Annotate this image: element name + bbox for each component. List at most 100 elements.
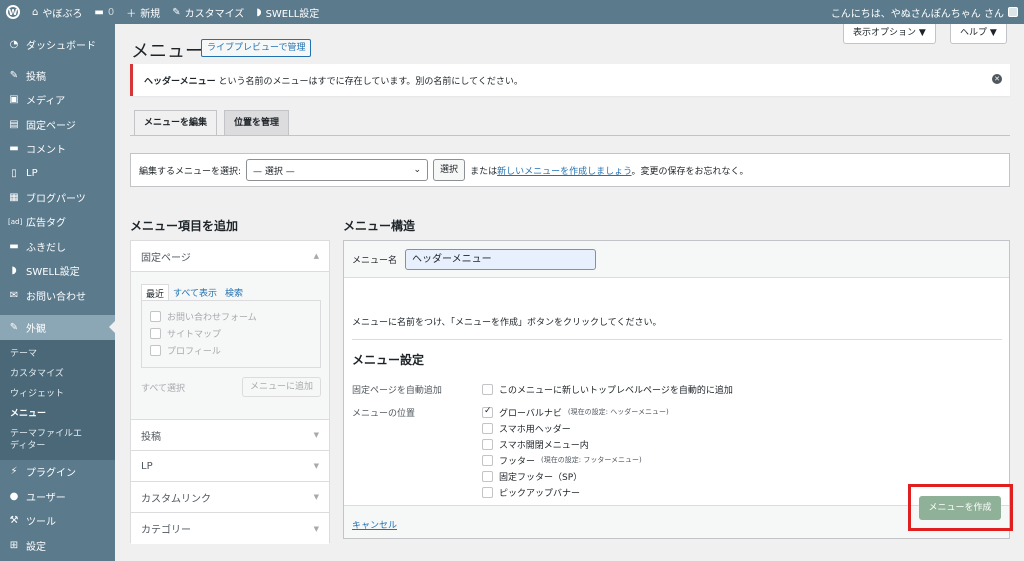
create-new-menu-link[interactable]: 新しいメニューを作成しましょう <box>497 167 631 177</box>
checkbox[interactable] <box>482 383 493 395</box>
select-all-link[interactable]: すべて選択 <box>141 381 185 394</box>
checkbox[interactable] <box>482 470 493 482</box>
location-label: 固定フッター（SP） <box>499 472 583 483</box>
customize-link[interactable]: ✎ カスタマイズ <box>166 0 250 24</box>
menu-location-label: メニューの位置 <box>352 409 416 419</box>
checkbox[interactable] <box>482 438 493 450</box>
document-icon: ▯ <box>11 167 17 179</box>
accordion-posts-header[interactable]: 投稿 ▼ <box>131 420 329 451</box>
sidebar-item-label: SWELL設定 <box>26 267 80 279</box>
sidebar-item-contact[interactable]: ✉ お問い合わせ <box>0 283 115 307</box>
checkbox[interactable] <box>150 345 161 356</box>
checkbox[interactable] <box>482 422 493 434</box>
auto-add-option[interactable]: このメニューに新しいトップレベルページを自動的に追加 <box>482 382 733 396</box>
sidebar-item-label: ブログパーツ <box>26 194 86 206</box>
sidebar-item-media[interactable]: ▣ メディア <box>0 88 115 112</box>
mail-icon: ✉ <box>9 289 19 301</box>
account-menu[interactable]: こんにちは、やぬさんぽんちゃん さん <box>831 5 1024 20</box>
sidebar-item-appearance[interactable]: ✎ 外観 <box>0 315 115 340</box>
accordion-title: カスタムリンク <box>141 493 211 505</box>
swell-settings-link[interactable]: ◗ SWELL設定 <box>250 0 325 24</box>
notice-menu-name: ヘッダーメニュー <box>144 76 216 87</box>
checkbox[interactable] <box>150 311 161 322</box>
location-fixed-footer-sp[interactable]: 固定フッター（SP） <box>482 469 582 483</box>
sidebar-item-ad-tags[interactable]: [ad] 広告タグ <box>0 210 115 234</box>
submenu-theme-file-editor[interactable]: テーマファイルエディター <box>0 424 100 456</box>
tab-divider <box>130 135 1010 136</box>
error-notice: ヘッダーメニュー という名前のメニューはすでに存在しています。別の名前にしてくだ… <box>130 64 1010 96</box>
checkbox[interactable] <box>482 486 493 498</box>
sidebar-item-users[interactable]: ● ユーザー <box>0 484 115 508</box>
sidebar-item-pages[interactable]: ▤ 固定ページ <box>0 112 115 136</box>
checkbox[interactable] <box>482 454 493 466</box>
sidebar-item-balloon[interactable]: ▬ ふきだし <box>0 234 115 258</box>
chevron-down-icon: ▼ <box>313 493 319 501</box>
location-pickup-banner[interactable]: ピックアップバナー <box>482 485 580 499</box>
menu-name-label: メニュー名 <box>352 255 398 266</box>
create-button-highlight: メニューを作成 <box>908 484 1013 531</box>
avatar <box>1008 7 1018 17</box>
dismiss-icon[interactable]: ✕ <box>992 74 1002 84</box>
sidebar-item-tools[interactable]: ⚒ ツール <box>0 508 115 532</box>
accordion-categories-header[interactable]: カテゴリー ▼ <box>131 513 329 544</box>
sidebar-item-label: ユーザー <box>26 492 66 504</box>
sidebar-item-comments[interactable]: ▬ コメント <box>0 137 115 161</box>
menu-select-dropdown[interactable]: — 選択 — ⌄ <box>246 159 429 181</box>
sidebar-item-swell[interactable]: ◗ SWELL設定 <box>0 259 115 283</box>
sidebar-item-settings[interactable]: ⊞ 設定 <box>0 533 115 557</box>
appearance-submenu: テーマ カスタマイズ ウィジェット メニュー テーマファイルエディター <box>0 339 115 460</box>
wordpress-logo-button[interactable]: W <box>0 0 26 24</box>
location-footer[interactable]: フッター (現在の設定: フッターメニュー) <box>482 453 642 467</box>
sidebar-item-posts[interactable]: ✎ 投稿 <box>0 63 115 87</box>
select-button[interactable]: 選択 <box>433 159 466 181</box>
chevron-down-icon: ▼ <box>313 462 319 470</box>
screen-options-button[interactable]: 表示オプション ▼ <box>843 24 936 44</box>
checkbox[interactable] <box>150 328 161 339</box>
menu-settings-heading: メニュー設定 <box>352 353 425 367</box>
submenu-menus[interactable]: メニュー <box>0 404 115 424</box>
location-global-nav[interactable]: グローバルナビ (現在の設定: ヘッダーメニュー) <box>482 405 669 419</box>
new-content-link[interactable]: ＋新規 <box>120 0 166 24</box>
submenu-widgets[interactable]: ウィジェット <box>0 384 115 404</box>
main-content: メニュー ライブプレビューで管理 表示オプション ▼ ヘルプ ▼ ヘッダーメニュ… <box>115 24 1024 561</box>
sidebar-item-plugins[interactable]: ⚡ プラグイン <box>0 460 115 484</box>
settings-icon: ⊞ <box>9 539 19 551</box>
create-menu-button[interactable]: メニューを作成 <box>919 496 1001 520</box>
live-preview-button[interactable]: ライブプレビューで管理 <box>201 39 312 57</box>
tab-edit-menus[interactable]: メニューを編集 <box>134 110 218 136</box>
auto-add-text: このメニューに新しいトップレベルページを自動的に追加 <box>499 385 733 396</box>
list-item[interactable]: サイトマップ <box>150 325 312 342</box>
location-sp-drawer[interactable]: スマホ開閉メニュー内 <box>482 437 589 451</box>
accordion-title: LP <box>141 460 153 472</box>
submenu-themes[interactable]: テーマ <box>0 344 115 364</box>
accordion-custom-links-header[interactable]: カスタムリンク ▼ <box>131 482 329 513</box>
location-sp-header[interactable]: スマホ用ヘッダー <box>482 421 571 435</box>
sidebar-item-blog-parts[interactable]: ▦ ブログパーツ <box>0 185 115 209</box>
site-name-link[interactable]: ⌂ やぼぶろ <box>26 0 88 24</box>
sidebar-item-label: プラグイン <box>26 468 76 480</box>
add-to-menu-button[interactable]: メニューに追加 <box>241 377 321 397</box>
tab-manage-locations[interactable]: 位置を管理 <box>224 110 290 136</box>
accordion-lp-header[interactable]: LP ▼ <box>131 451 329 482</box>
cancel-link[interactable]: キャンセル <box>352 518 397 531</box>
sidebar-item-dashboard[interactable]: ◔ ダッシュボード <box>0 32 115 56</box>
submenu-customize[interactable]: カスタマイズ <box>0 364 115 384</box>
help-button[interactable]: ヘルプ ▼ <box>950 24 1007 44</box>
sidebar-item-label: 設定 <box>26 541 46 553</box>
sidebar-item-lp[interactable]: ▯ LP <box>0 161 115 185</box>
checkbox-checked[interactable] <box>482 406 493 418</box>
sidebar-item-label: 投稿 <box>26 72 46 84</box>
accordion-pages-header[interactable]: 固定ページ ▲ <box>131 241 329 272</box>
sidebar-item-label: コメント <box>26 145 66 157</box>
comments-link[interactable]: ▬ 0 <box>88 0 120 24</box>
swell-label: SWELL設定 <box>265 8 320 20</box>
list-item[interactable]: プロフィール <box>150 342 312 359</box>
menu-name-input[interactable]: ヘッダーメニュー <box>405 248 597 270</box>
list-item[interactable]: お問い合わせフォーム <box>150 308 312 325</box>
sidebar-item-label: メディア <box>26 96 66 108</box>
location-label: スマホ開閉メニュー内 <box>499 440 589 451</box>
notice-text: という名前のメニューはすでに存在しています。別の名前にしてください。 <box>215 76 523 87</box>
new-label: 新規 <box>140 8 161 20</box>
sidebar-item-label: 固定ページ <box>26 120 76 132</box>
sidebar-item-label: 広告タグ <box>26 218 66 230</box>
